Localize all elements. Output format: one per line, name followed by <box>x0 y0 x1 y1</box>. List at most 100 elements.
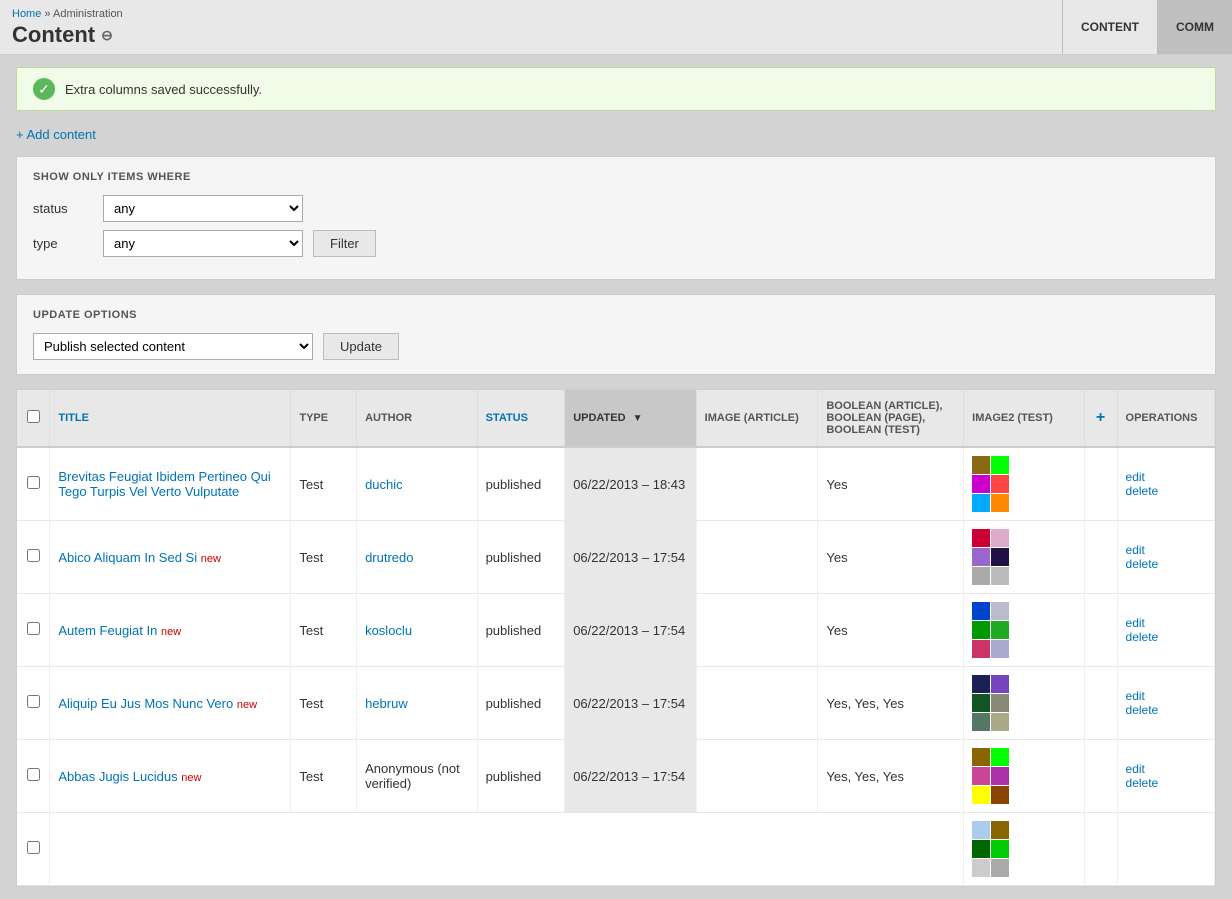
col-title[interactable]: TITLE <box>50 390 291 447</box>
filter-type-select[interactable]: any Test Article Page <box>103 230 303 257</box>
op-delete-link[interactable]: delete <box>1126 557 1206 571</box>
op-edit-link[interactable]: edit <box>1126 543 1206 557</box>
empty-ops <box>1117 813 1214 886</box>
row-author-cell: duchic <box>357 447 478 521</box>
row-author-cell: Anonymous (not verified) <box>357 740 478 813</box>
row-checkbox[interactable] <box>27 841 40 854</box>
row-checkbox[interactable] <box>27 695 40 708</box>
row-image2 <box>964 594 1085 667</box>
row-ops: editdelete <box>1117 447 1214 521</box>
op-edit-link[interactable]: edit <box>1126 689 1206 703</box>
row-plus <box>1084 447 1117 521</box>
row-status: published <box>477 521 565 594</box>
update-row: Publish selected content Unpublish selec… <box>33 333 1199 360</box>
tab-comm-label: COMM <box>1176 20 1214 34</box>
row-author-link[interactable]: kosloclu <box>365 623 412 638</box>
col-plus[interactable]: + <box>1084 390 1117 447</box>
swatch-grid <box>972 456 1010 512</box>
breadcrumb-home[interactable]: Home <box>12 8 41 20</box>
update-options-select[interactable]: Publish selected content Unpublish selec… <box>33 333 313 360</box>
row-title-link[interactable]: Abbas Jugis Lucidus <box>58 769 177 784</box>
row-checkbox-cell <box>17 594 50 667</box>
page-title-text: Content <box>12 22 95 48</box>
row-type: Test <box>291 594 357 667</box>
row-updated: 06/22/2013 – 17:54 <box>565 740 696 813</box>
row-checkbox[interactable] <box>27 768 40 781</box>
row-type: Test <box>291 740 357 813</box>
col-checkbox <box>17 390 50 447</box>
row-ops: editdelete <box>1117 667 1214 740</box>
row-status: published <box>477 447 565 521</box>
swatch <box>991 567 1009 585</box>
row-title-link[interactable]: Abico Aliquam In Sed Si <box>58 550 197 565</box>
row-plus <box>1084 667 1117 740</box>
row-checkbox[interactable] <box>27 622 40 635</box>
tab-content[interactable]: CONTENT <box>1062 0 1157 54</box>
header-left: Home » Administration Content ⊖ <box>0 0 1062 54</box>
table-row <box>17 813 1215 886</box>
op-delete-link[interactable]: delete <box>1126 703 1206 717</box>
op-edit-link[interactable]: edit <box>1126 762 1206 776</box>
row-boolean: Yes <box>818 594 964 667</box>
filter-status-row: status any published unpublished <box>33 195 1199 222</box>
swatch <box>972 475 990 493</box>
row-image2 <box>964 447 1085 521</box>
swatch <box>991 748 1009 766</box>
col-type: TYPE <box>291 390 357 447</box>
col-boolean: BOOLEAN (ARTICLE),BOOLEAN (PAGE),BOOLEAN… <box>818 390 964 447</box>
select-all-checkbox[interactable] <box>27 410 40 423</box>
row-updated: 06/22/2013 – 17:54 <box>565 521 696 594</box>
col-updated[interactable]: UPDATED ▼ <box>565 390 696 447</box>
row-author-link[interactable]: duchic <box>365 477 403 492</box>
op-edit-link[interactable]: edit <box>1126 470 1206 484</box>
filter-type-row: type any Test Article Page Filter <box>33 230 1199 257</box>
col-status[interactable]: STATUS <box>477 390 565 447</box>
filter-status-select[interactable]: any published unpublished <box>103 195 303 222</box>
op-edit-link[interactable]: edit <box>1126 616 1206 630</box>
swatch <box>972 713 990 731</box>
filter-button[interactable]: Filter <box>313 230 376 257</box>
success-icon: ✓ <box>33 78 55 100</box>
swatch <box>972 456 990 474</box>
row-author-cell: kosloclu <box>357 594 478 667</box>
op-delete-link[interactable]: delete <box>1126 484 1206 498</box>
row-type: Test <box>291 447 357 521</box>
swatch <box>972 840 990 858</box>
swatch-grid <box>972 675 1010 731</box>
tab-comm[interactable]: COMM <box>1157 0 1232 54</box>
swatch <box>991 548 1009 566</box>
swatch <box>991 621 1009 639</box>
row-checkbox-cell <box>17 447 50 521</box>
swatch <box>991 602 1009 620</box>
row-ops: editdelete <box>1117 740 1214 813</box>
row-checkbox[interactable] <box>27 549 40 562</box>
page-title-icon[interactable]: ⊖ <box>101 27 113 44</box>
success-text: Extra columns saved successfully. <box>65 82 262 97</box>
row-title-link[interactable]: Aliquip Eu Jus Mos Nunc Vero <box>58 696 233 711</box>
update-section: UPDATE OPTIONS Publish selected content … <box>16 294 1216 375</box>
table-body: Brevitas Feugiat Ibidem Pertineo Qui Teg… <box>17 447 1215 886</box>
update-button[interactable]: Update <box>323 333 399 360</box>
op-delete-link[interactable]: delete <box>1126 630 1206 644</box>
row-author-link[interactable]: drutredo <box>365 550 413 565</box>
new-badge: new <box>161 626 181 638</box>
row-image2 <box>964 740 1085 813</box>
content-table-wrapper: TITLE TYPE AUTHOR STATUS UPDATED ▼ IMAGE… <box>16 389 1216 887</box>
add-column-button[interactable]: + <box>1096 409 1105 426</box>
swatch <box>991 475 1009 493</box>
filter-section: SHOW ONLY ITEMS WHERE status any publish… <box>16 156 1216 280</box>
page-wrapper: Home » Administration Content ⊖ CONTENT … <box>0 0 1232 899</box>
row-image2 <box>964 813 1085 886</box>
add-content-link[interactable]: + Add content <box>16 127 96 142</box>
op-delete-link[interactable]: delete <box>1126 776 1206 790</box>
row-image-article <box>696 740 818 813</box>
row-title-link[interactable]: Brevitas Feugiat Ibidem Pertineo Qui Teg… <box>58 469 270 499</box>
row-title-link[interactable]: Autem Feugiat In <box>58 623 157 638</box>
swatch <box>972 621 990 639</box>
row-author-cell: hebruw <box>357 667 478 740</box>
row-checkbox[interactable] <box>27 476 40 489</box>
col-operations: OPERATIONS <box>1117 390 1214 447</box>
row-author-link[interactable]: hebruw <box>365 696 408 711</box>
row-image-article <box>696 521 818 594</box>
table-row: Abico Aliquam In Sed Si new Test drutred… <box>17 521 1215 594</box>
